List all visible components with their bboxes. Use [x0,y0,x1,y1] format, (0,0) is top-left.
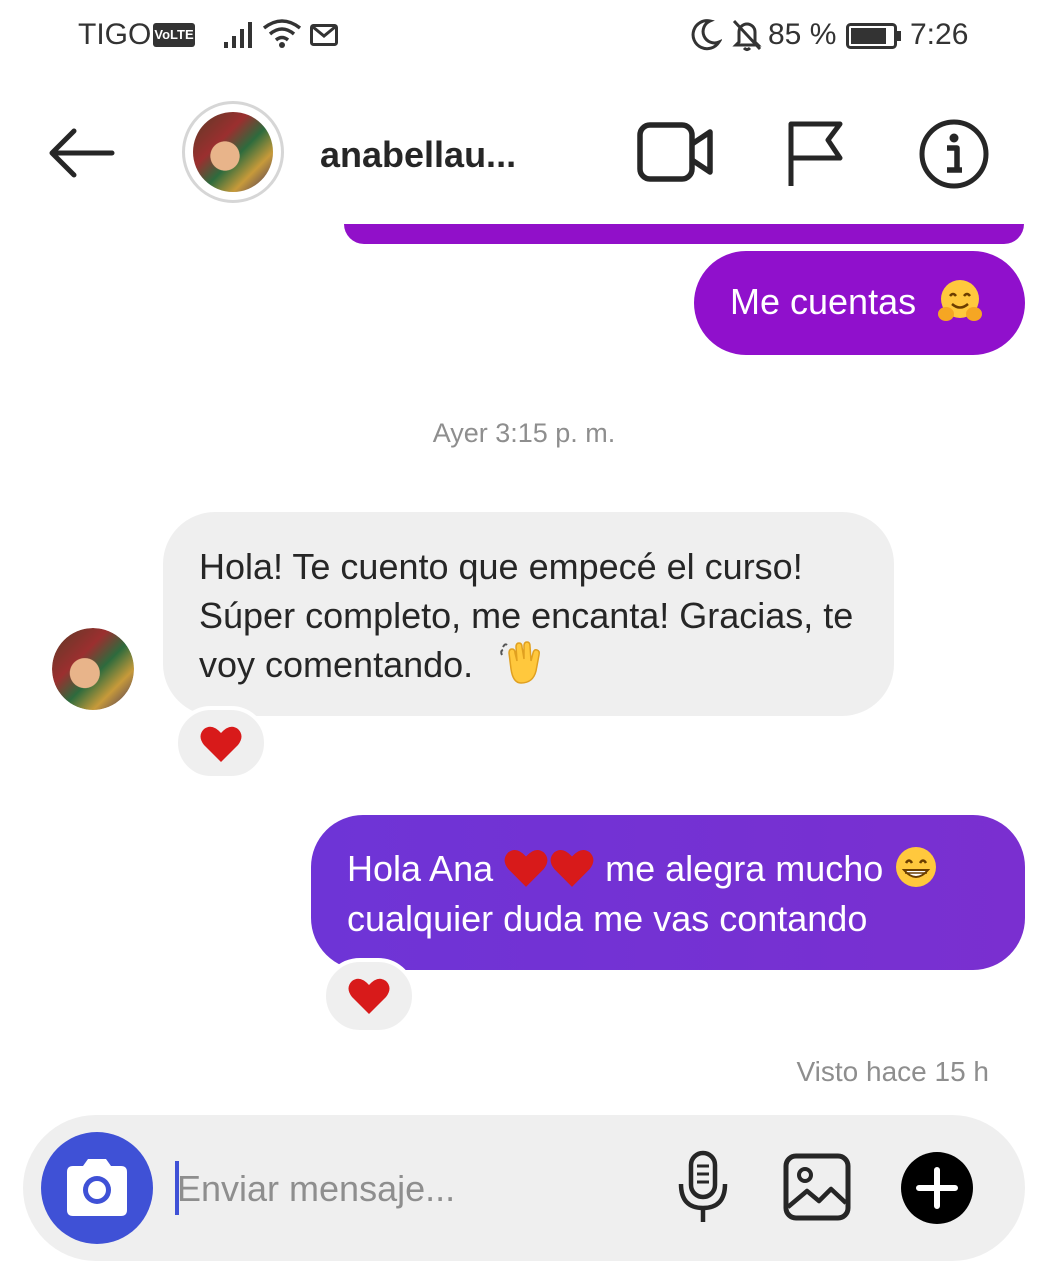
moon-icon [691,19,722,51]
signal-icon [224,22,252,48]
message-text: cualquier duda me vas contando [347,898,868,939]
message-line: Hola Ana me alegra mucho [347,844,1005,894]
image-icon [783,1153,851,1221]
gallery-button[interactable] [783,1153,851,1221]
more-options-button[interactable] [901,1152,973,1224]
report-button[interactable] [784,118,846,188]
grinning-face-icon [896,847,937,888]
avatar-image [52,628,134,710]
camera-icon [67,1159,127,1216]
volte-badge: VoLTE [153,23,195,47]
info-button[interactable] [918,118,990,190]
battery-icon [846,23,901,49]
carrier-name: TIGO [78,18,152,51]
video-call-button[interactable] [636,120,716,186]
avatar-image [193,112,273,192]
message-text: Me cuentas [730,281,917,322]
message-timestamp: Ayer 3:15 p. m. [432,418,616,448]
heart-icon [200,726,242,762]
status-bar: TIGO VoLTE 85 % 7:26 [0,0,1048,72]
heart-icon [550,850,594,888]
chat-header: anabellau... [0,90,1048,220]
camera-button[interactable] [41,1132,153,1244]
message-input[interactable] [175,1155,649,1223]
message-composer [23,1115,1025,1261]
chat-username[interactable]: anabellau... [320,134,516,176]
previous-message-bubble[interactable] [344,224,1024,244]
wifi-icon [262,19,302,48]
avatar[interactable] [182,101,284,203]
seen-status: Visto hace 15 h [796,1056,989,1087]
video-camera-icon [637,122,713,182]
outgoing-message[interactable]: Me cuentas [694,251,1025,355]
heart-icon [348,978,390,1014]
bell-muted-icon [732,19,762,51]
sender-avatar[interactable] [52,628,134,710]
message-reaction[interactable] [174,706,268,780]
info-icon [919,119,989,189]
message-text: Hola Ana [347,848,494,889]
battery-percentage: 85 % [768,18,837,51]
plus-icon [916,1167,958,1209]
arrow-left-icon [49,128,115,178]
mail-icon [310,24,338,46]
hugging-face-icon [938,280,983,322]
message-reaction[interactable] [322,958,416,1034]
clock: 7:26 [910,18,969,51]
heart-icon [504,850,548,888]
back-button[interactable] [44,123,118,183]
flag-icon [788,121,843,186]
message-text: me alegra mucho [605,848,884,889]
message-line: cualquier duda me vas contando [347,894,1005,944]
outgoing-message[interactable]: Hola Ana me alegra mucho cualquier duda … [311,815,1025,970]
microphone-icon [678,1150,728,1222]
waving-hand-icon [500,641,541,685]
incoming-message[interactable]: Hola! Te cuento que empecé el curso! Súp… [163,512,894,716]
voice-message-button[interactable] [673,1150,733,1226]
